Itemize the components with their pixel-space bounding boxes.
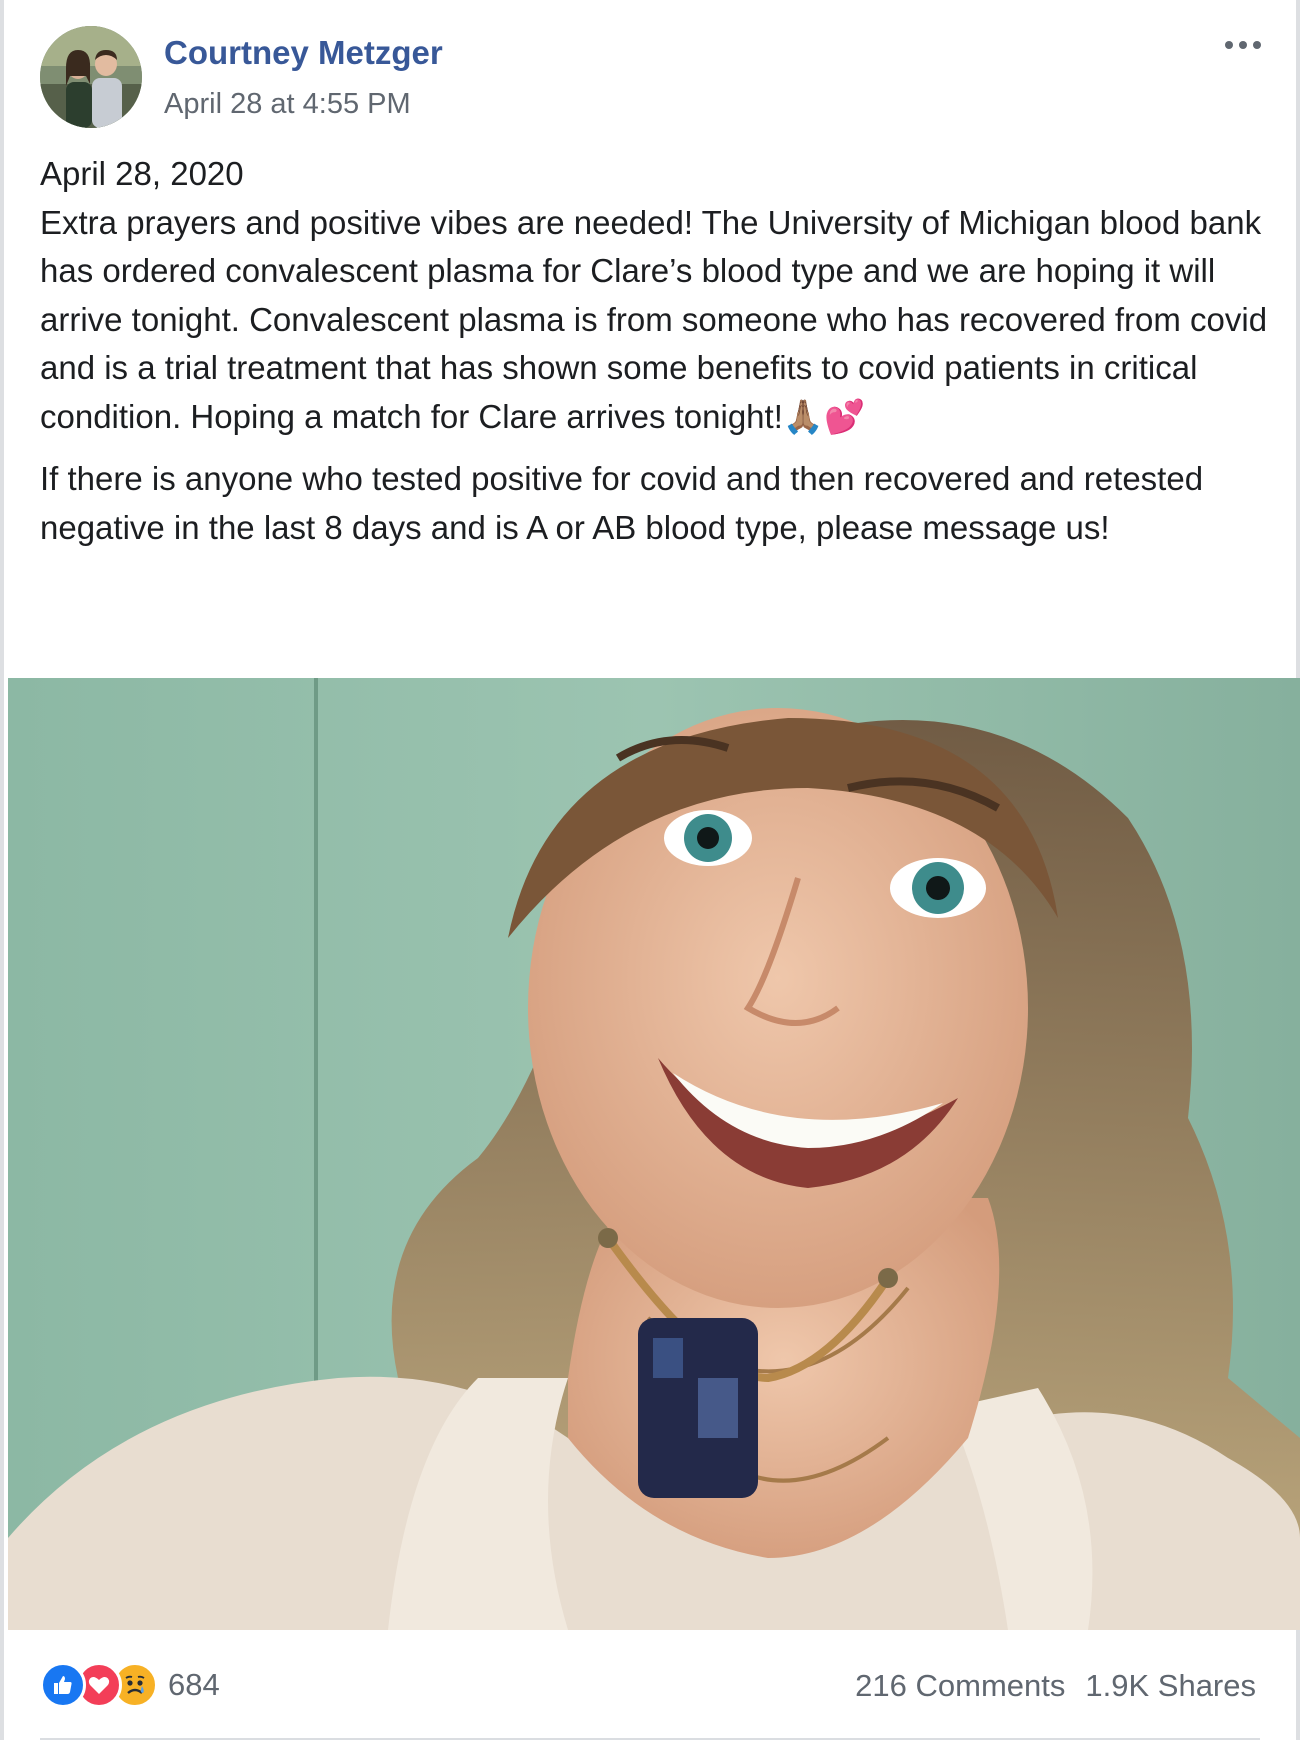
reactions-summary[interactable]: 684 bbox=[40, 1660, 220, 1710]
sad-face-glyph bbox=[125, 1675, 145, 1694]
post-paragraph: If there is anyone who tested positive f… bbox=[40, 460, 1204, 546]
dot bbox=[1225, 41, 1233, 49]
thumbs-up-glyph bbox=[54, 1676, 72, 1694]
heart-glyph bbox=[88, 1677, 110, 1694]
avatar-image bbox=[40, 26, 142, 128]
post-photo[interactable] bbox=[8, 678, 1300, 1630]
post-timestamp-link[interactable]: April 28 at 4:55 PM bbox=[164, 88, 411, 121]
shares-count-link[interactable]: 1.9K Shares bbox=[1085, 1668, 1256, 1703]
ellipsis-icon[interactable] bbox=[1218, 30, 1268, 60]
dot bbox=[1239, 41, 1247, 49]
post-header: Courtney Metzger April 28 at 4:55 PM bbox=[4, 0, 1296, 150]
post-body: April 28, 2020 Extra prayers and positiv… bbox=[40, 150, 1280, 552]
dot bbox=[1253, 41, 1261, 49]
post-footer: 684 216 Comments 1.9K Shares bbox=[4, 1630, 1296, 1740]
author-avatar[interactable] bbox=[40, 26, 142, 128]
author-name-link[interactable]: Courtney Metzger bbox=[164, 34, 443, 72]
post-paragraph: April 28, 2020 Extra prayers and positiv… bbox=[40, 155, 1268, 435]
comments-count-link[interactable]: 216 Comments bbox=[855, 1668, 1065, 1703]
reaction-count: 684 bbox=[168, 1667, 220, 1702]
like-icon bbox=[40, 1662, 86, 1708]
photo-image bbox=[8, 678, 1300, 1630]
facebook-post: Courtney Metzger April 28 at 4:55 PM Apr… bbox=[0, 0, 1300, 1740]
engagement-stats: 216 Comments 1.9K Shares bbox=[855, 1668, 1256, 1704]
